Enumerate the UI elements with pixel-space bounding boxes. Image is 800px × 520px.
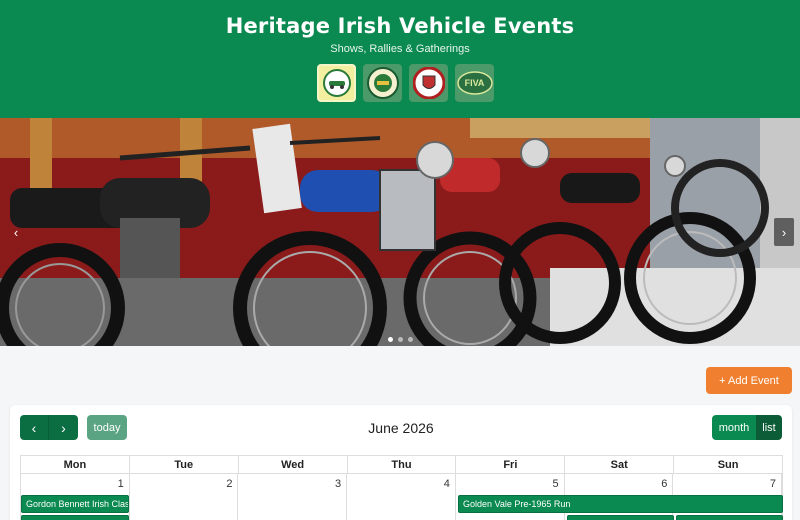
add-event-button[interactable]: + Add Event: [706, 367, 792, 394]
club-logo-1[interactable]: [317, 64, 356, 102]
day-number[interactable]: 4: [444, 478, 450, 490]
weekday-mon: Mon: [21, 456, 130, 473]
day-cell[interactable]: 3: [238, 474, 348, 520]
day-number[interactable]: 3: [335, 478, 341, 490]
weekday-tue: Tue: [130, 456, 239, 473]
day-cell[interactable]: 2: [130, 474, 239, 520]
day-number[interactable]: 2: [226, 478, 232, 490]
weekday-fri: Fri: [456, 456, 566, 473]
motorcycle-museum-photo: [0, 118, 800, 346]
hero-carousel: ‹ ›: [0, 118, 800, 346]
weekday-wed: Wed: [239, 456, 348, 473]
carousel-prev-button[interactable]: ‹: [6, 218, 26, 246]
weekday-sun: Sun: [717, 459, 739, 471]
crest-badge-icon: [412, 67, 445, 99]
weekday-header: Mon Tue Wed Thu Fri Sat Sun: [20, 455, 783, 474]
event-gordon-bennett[interactable]: Gordon Bennett Irish Class: [21, 495, 129, 513]
event-golden-vale[interactable]: Golden Vale Pre-1965 Run: [458, 495, 783, 513]
weekday-thu: Thu: [348, 456, 457, 473]
day-number[interactable]: 6: [661, 478, 667, 490]
carousel-dot[interactable]: [388, 337, 393, 342]
carousel-dot[interactable]: [398, 337, 403, 342]
fiva-label: FIVA: [464, 78, 485, 88]
weekday-sat: Sat: [565, 456, 675, 473]
club-logo-2[interactable]: [363, 64, 402, 102]
club-logo-fiva[interactable]: FIVA: [455, 64, 494, 102]
calendar-title: June 2026: [368, 420, 434, 436]
day-number[interactable]: 1: [118, 478, 124, 490]
day-number[interactable]: 5: [552, 478, 558, 490]
day-number[interactable]: 7: [770, 478, 776, 490]
carousel-next-button[interactable]: ›: [774, 218, 794, 246]
calendar-grid: Mon Tue Wed Thu Fri Sat Sun 1 2 3 4 5 6 …: [20, 455, 783, 520]
events-calendar: ‹ › today June 2026 month list Mon Tue W…: [10, 405, 792, 520]
carousel-dot[interactable]: [408, 337, 413, 342]
month-view-button[interactable]: month: [712, 415, 756, 440]
list-view-button[interactable]: list: [756, 415, 782, 440]
site-header: Heritage Irish Vehicle Events Shows, Ral…: [0, 0, 800, 118]
site-title: Heritage Irish Vehicle Events: [225, 14, 575, 38]
view-switcher: month list: [712, 415, 782, 440]
event-continuation[interactable]: [21, 515, 129, 520]
event-continuation[interactable]: [676, 515, 783, 520]
week-row: 1 2 3 4 5 6 7 Gordon Bennett Irish Class…: [20, 474, 783, 520]
vintage-car-icon: [322, 69, 351, 97]
motor-club-badge-icon: [366, 67, 399, 99]
day-cell[interactable]: 4: [347, 474, 456, 520]
club-logos: FIVA: [317, 64, 494, 102]
club-logo-3[interactable]: [409, 64, 448, 102]
carousel-indicators: [388, 337, 413, 342]
event-continuation[interactable]: [567, 515, 674, 520]
site-subtitle: Shows, Rallies & Gatherings: [330, 43, 470, 55]
